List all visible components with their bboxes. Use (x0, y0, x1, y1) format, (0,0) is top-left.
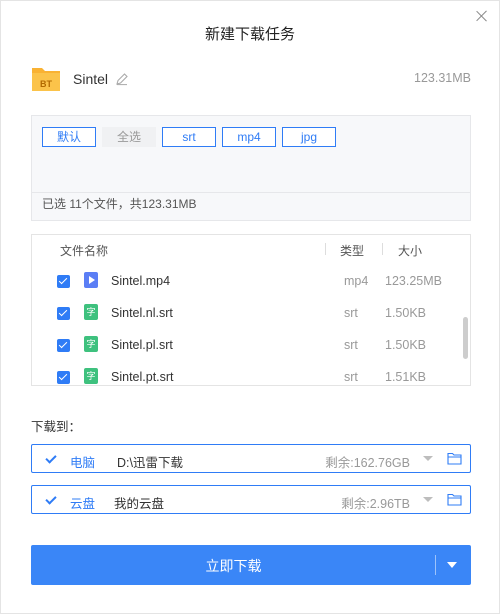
button-divider (435, 555, 436, 575)
file-size: 123.25MB (385, 274, 442, 288)
target-path: D:\迅雷下载 (117, 456, 183, 470)
chevron-down-icon[interactable] (447, 562, 457, 568)
table-row[interactable]: 字 Sintel.pl.srt srt 1.50KB (32, 329, 470, 361)
file-size: 1.51KB (385, 370, 427, 384)
file-name: Sintel.pt.srt (111, 370, 174, 384)
filter-chip-jpg[interactable]: jpg (282, 127, 336, 147)
filter-chips: 默认 全选 srt mp4 jpg (42, 127, 336, 147)
free-space: 剩余:2.96TB (341, 497, 410, 511)
free-space: 剩余:162.76GB (325, 456, 410, 470)
bt-folder-icon: BT (32, 68, 60, 91)
download-target-pc[interactable]: 电脑 D:\迅雷下载 剩余:162.76GB (31, 444, 471, 473)
file-type: mp4 (344, 274, 369, 288)
close-icon[interactable] (475, 9, 489, 23)
column-divider (325, 243, 326, 255)
column-header-name[interactable]: 文件名称 (60, 242, 108, 259)
filter-chip-srt[interactable]: srt (162, 127, 216, 147)
chevron-down-icon[interactable] (423, 497, 433, 502)
file-name: Sintel.pl.srt (111, 338, 173, 352)
new-download-dialog: 新建下载任务 BT Sintel 123.31MB 默认 全选 srt mp4 … (0, 0, 500, 614)
file-filter-panel: 默认 全选 srt mp4 jpg 已选 11个文件，共123.31MB (31, 115, 471, 221)
row-checkbox[interactable] (57, 307, 70, 320)
download-to-label: 下载到： (31, 420, 82, 434)
filter-chip-select-all[interactable]: 全选 (102, 127, 156, 147)
filter-chip-default[interactable]: 默认 (42, 127, 96, 147)
file-table: 文件名称 类型 大小 Sintel.mp4 mp4 123.25MB 字 Sin… (31, 234, 471, 386)
file-type: srt (344, 338, 358, 352)
check-icon[interactable] (46, 495, 56, 505)
filter-chip-mp4[interactable]: mp4 (222, 127, 276, 147)
table-row[interactable]: 字 Sintel.pt.srt srt 1.51KB (32, 361, 470, 385)
edit-icon[interactable] (115, 72, 129, 86)
download-now-button[interactable]: 立即下载 (31, 545, 471, 585)
column-divider (382, 243, 383, 255)
task-total-size: 123.31MB (414, 71, 471, 85)
target-path: 我的云盘 (114, 497, 165, 511)
folder-open-icon[interactable] (447, 493, 462, 506)
column-header-size[interactable]: 大小 (398, 242, 422, 259)
svg-text:BT: BT (40, 79, 52, 89)
folder-open-icon[interactable] (447, 452, 462, 465)
row-checkbox[interactable] (57, 339, 70, 352)
selected-summary: 已选 11个文件，共123.31MB (42, 197, 197, 211)
file-type: srt (344, 370, 358, 384)
row-checkbox[interactable] (57, 371, 70, 384)
file-name: Sintel.mp4 (111, 274, 171, 288)
target-name: 电脑 (70, 456, 96, 470)
file-type: srt (344, 306, 358, 320)
task-header: BT Sintel 123.31MB (31, 63, 471, 95)
video-file-icon (84, 272, 98, 288)
dialog-title: 新建下载任务 (204, 26, 295, 43)
target-name: 云盘 (70, 497, 96, 511)
task-name: Sintel (73, 71, 109, 87)
column-header-type[interactable]: 类型 (340, 242, 364, 259)
subtitle-file-icon: 字 (84, 368, 98, 384)
subtitle-file-icon: 字 (84, 336, 98, 352)
file-size: 1.50KB (385, 338, 427, 352)
filter-divider (32, 192, 470, 193)
table-rows: Sintel.mp4 mp4 123.25MB 字 Sintel.nl.srt … (32, 265, 470, 385)
file-size: 1.50KB (385, 306, 427, 320)
download-now-label: 立即下载 (205, 558, 262, 574)
subtitle-file-icon: 字 (84, 304, 98, 320)
table-header: 文件名称 类型 大小 (32, 235, 470, 263)
download-target-cloud[interactable]: 云盘 我的云盘 剩余:2.96TB (31, 485, 471, 514)
file-name: Sintel.nl.srt (111, 306, 173, 320)
row-checkbox[interactable] (57, 275, 70, 288)
table-row[interactable]: Sintel.mp4 mp4 123.25MB (32, 265, 470, 297)
check-icon[interactable] (46, 454, 56, 464)
table-scrollbar[interactable] (463, 317, 468, 359)
table-row[interactable]: 字 Sintel.nl.srt srt 1.50KB (32, 297, 470, 329)
chevron-down-icon[interactable] (423, 456, 433, 461)
